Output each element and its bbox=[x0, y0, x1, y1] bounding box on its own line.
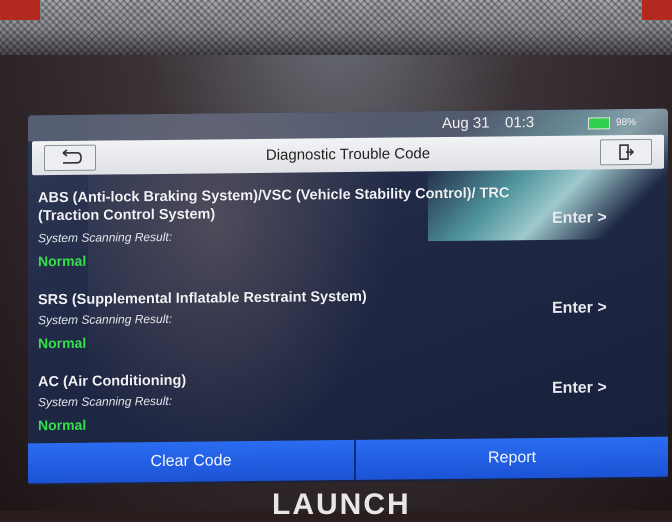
exit-button[interactable] bbox=[600, 138, 652, 166]
device-top-bezel bbox=[0, 0, 672, 55]
battery-icon bbox=[588, 117, 610, 130]
device-case-corner-left bbox=[0, 0, 40, 20]
scan-result-value: Normal bbox=[38, 252, 87, 270]
scan-result-label: System Scanning Result: bbox=[38, 393, 173, 410]
enter-button-ac[interactable]: Enter > bbox=[552, 379, 607, 398]
status-time: 01:3 bbox=[505, 114, 535, 132]
scan-result-label: System Scanning Result: bbox=[38, 311, 173, 328]
enter-button-abs[interactable]: Enter > bbox=[552, 209, 607, 228]
device-screen: Aug 31 01:3 98% Diagnostic Trouble Code bbox=[28, 108, 668, 486]
device-brand-logo: LAUNCH bbox=[272, 488, 411, 521]
scan-result-value: Normal bbox=[38, 334, 87, 352]
scan-tool-device: Aug 31 01:3 98% Diagnostic Trouble Code bbox=[0, 0, 672, 521]
scan-result-value: Normal bbox=[38, 416, 87, 434]
battery-percent: 98% bbox=[616, 116, 637, 129]
scan-result-label: System Scanning Result: bbox=[38, 229, 173, 246]
enter-button-srs[interactable]: Enter > bbox=[552, 299, 607, 318]
device-case-corner-right bbox=[642, 0, 672, 20]
exit-icon bbox=[619, 144, 635, 160]
system-name: AC (Air Conditioning) bbox=[38, 372, 187, 391]
system-name: ABS (Anti-lock Braking System)/VSC (Vehi… bbox=[38, 185, 510, 225]
report-button[interactable]: Report bbox=[356, 436, 668, 480]
status-date: Aug 31 bbox=[442, 114, 490, 133]
title-bar: Diagnostic Trouble Code bbox=[32, 134, 664, 176]
system-name: SRS (Supplemental Inflatable Restraint S… bbox=[38, 288, 367, 309]
page-title: Diagnostic Trouble Code bbox=[265, 145, 431, 164]
clear-code-button[interactable]: Clear Code bbox=[28, 439, 354, 484]
action-bar: Clear Code Report bbox=[28, 436, 668, 484]
